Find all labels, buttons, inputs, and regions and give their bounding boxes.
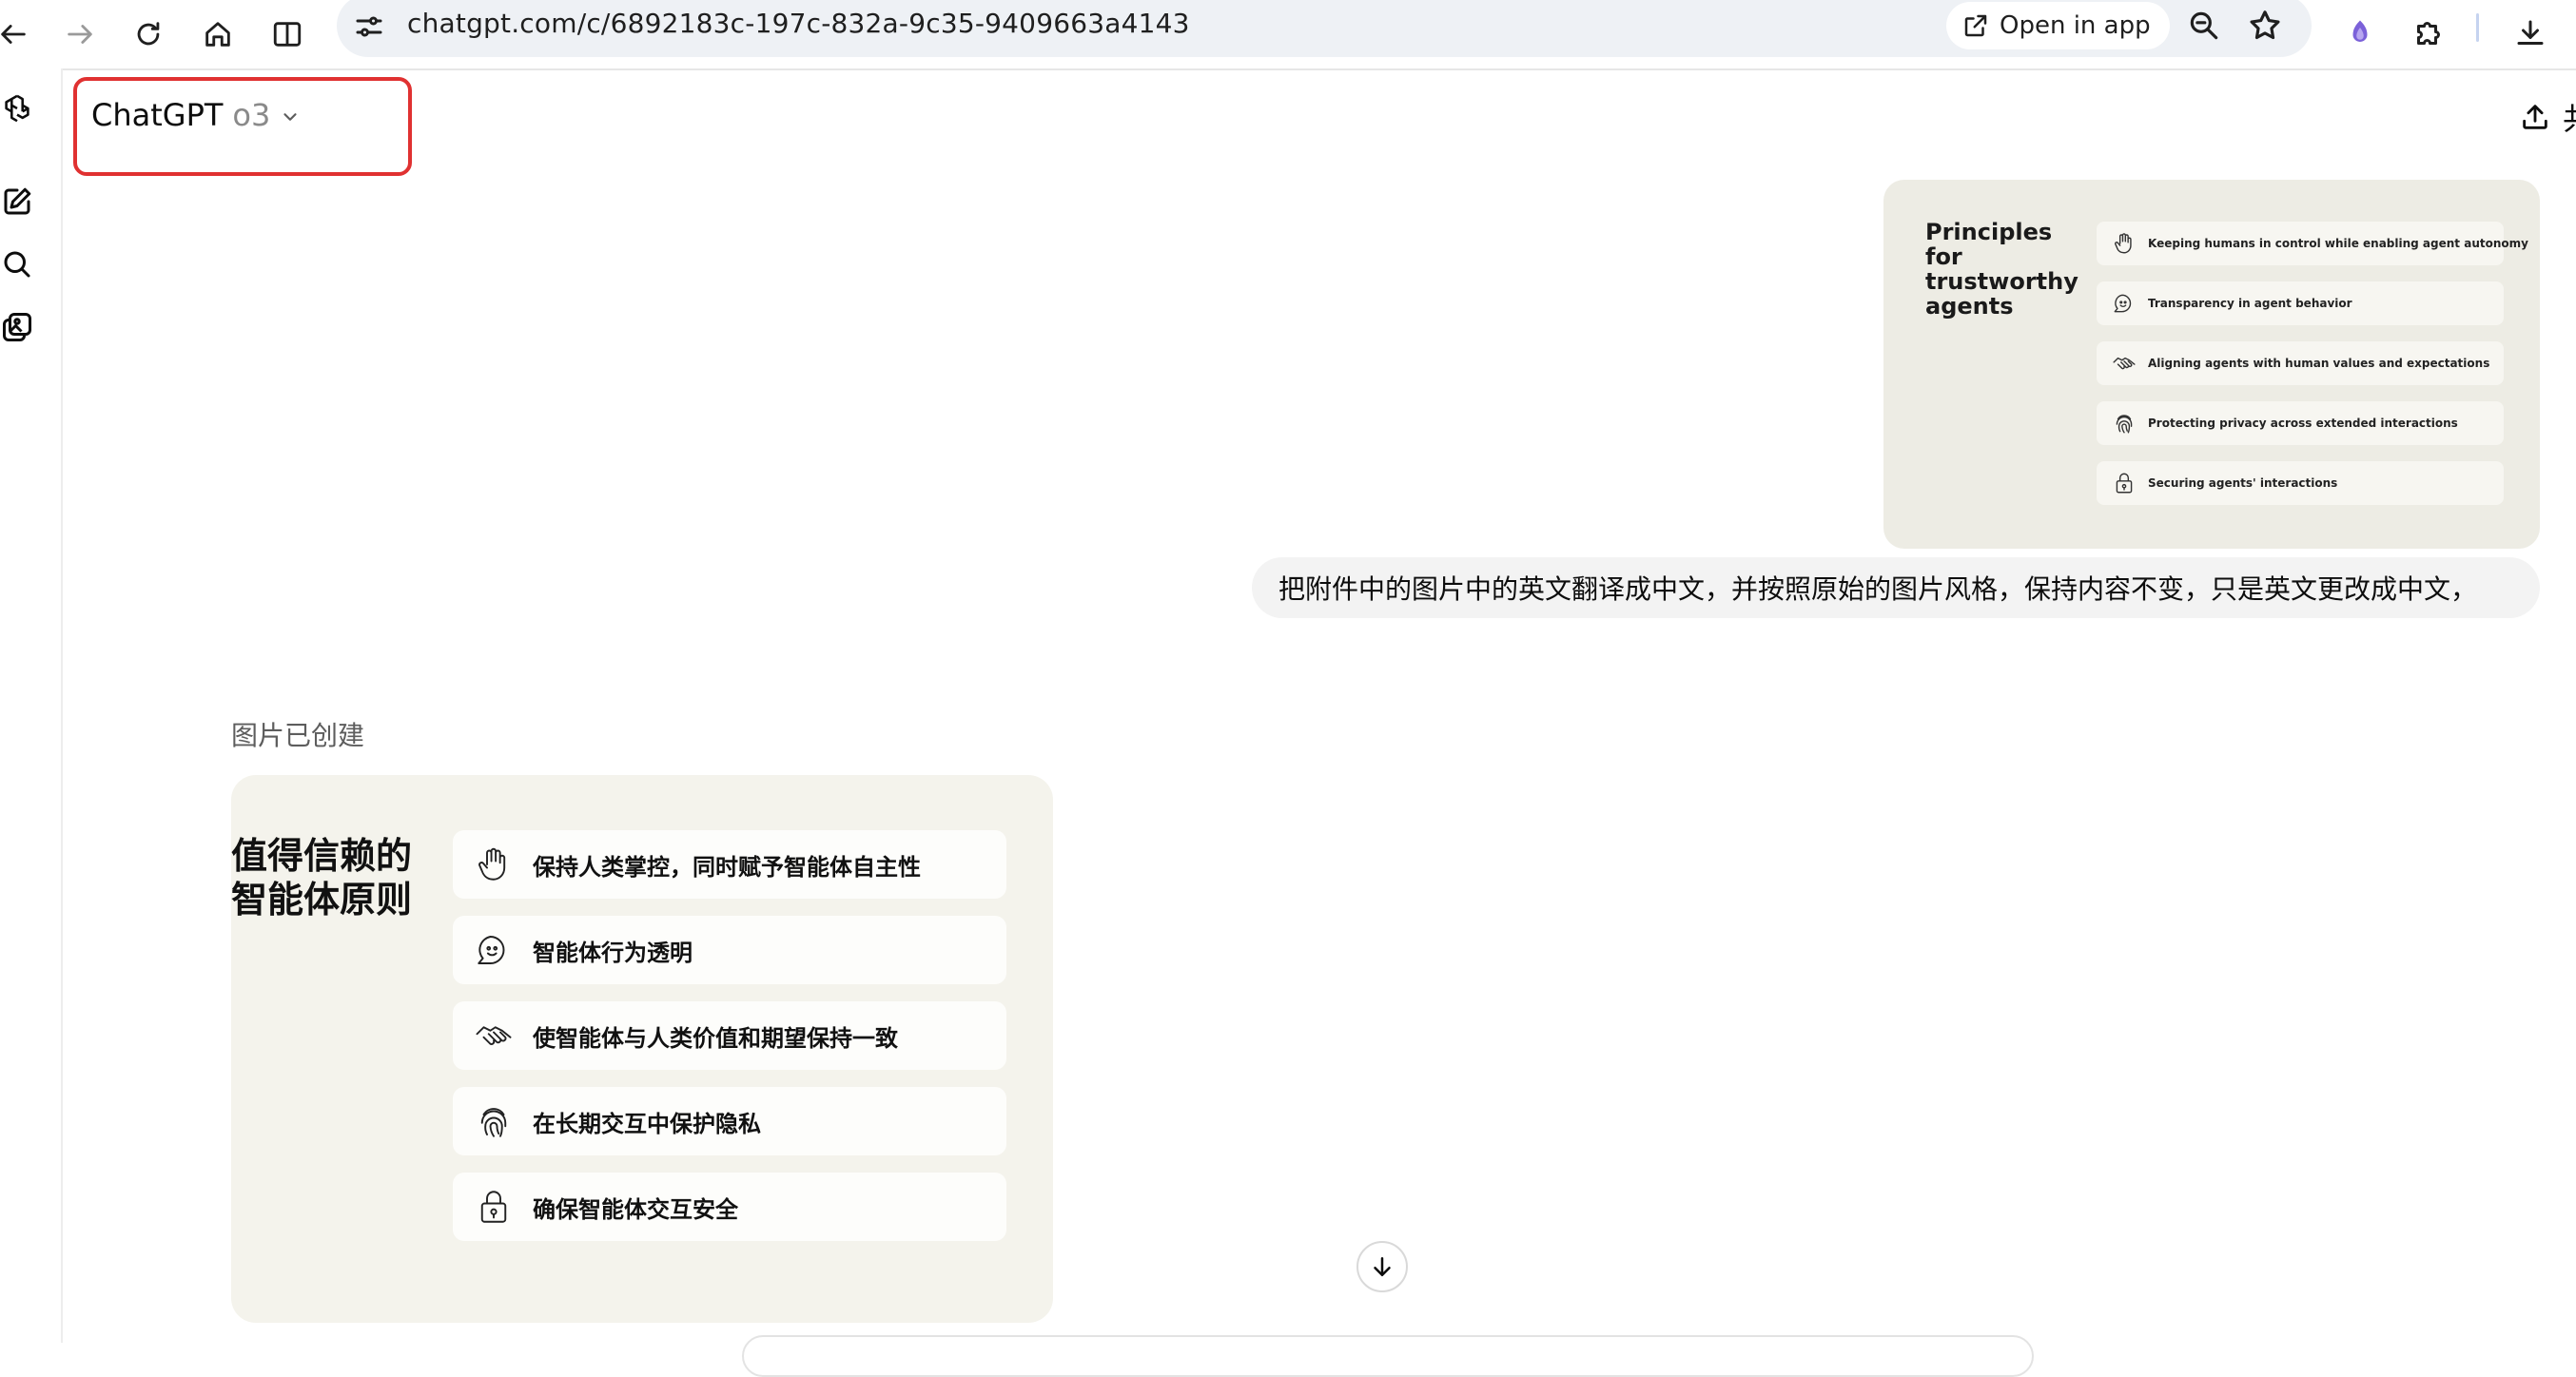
attached-principle-label: Transparency in agent behavior bbox=[2148, 297, 2352, 310]
arrow-right-icon bbox=[68, 25, 92, 44]
attached-principle-row: Securing agents' interactions bbox=[2097, 461, 2504, 505]
model-name: ChatGPT bbox=[91, 97, 224, 133]
new-chat-button[interactable] bbox=[0, 184, 38, 223]
message-composer[interactable] bbox=[742, 1335, 2034, 1377]
external-link-icon bbox=[1964, 14, 1987, 37]
openai-logo-icon bbox=[5, 94, 29, 123]
browser-toolbar: chatgpt.com/c/6892183c-197c-832a-9c35-94… bbox=[0, 0, 2576, 70]
hand-icon bbox=[478, 847, 506, 881]
speech-bubble-icon bbox=[2114, 294, 2132, 313]
compose-icon bbox=[4, 187, 31, 215]
extensions-menu-button[interactable] bbox=[2407, 11, 2450, 55]
fingerprint-icon bbox=[2116, 415, 2133, 434]
attached-principle-row: Protecting privacy across extended inter… bbox=[2097, 401, 2504, 445]
model-version: o3 bbox=[232, 97, 271, 133]
model-selector-button[interactable]: ChatGPT o3 bbox=[88, 89, 304, 141]
zoom-icon[interactable] bbox=[2186, 8, 2222, 44]
home-button[interactable] bbox=[193, 10, 243, 59]
attached-principle-label: Protecting privacy across extended inter… bbox=[2148, 417, 2458, 430]
share-label: 共 bbox=[2563, 95, 2576, 139]
handshake-icon bbox=[476, 1026, 512, 1045]
attached-principle-label: Aligning agents with human values and ex… bbox=[2148, 357, 2490, 370]
generated-principle-row: 在长期交互中保护隐私 bbox=[453, 1087, 1006, 1155]
download-icon bbox=[2517, 20, 2544, 45]
generated-image-title: 值得信赖的智能体原则 bbox=[231, 835, 413, 921]
search-chats-button[interactable] bbox=[0, 247, 38, 285]
generated-principle-label: 智能体行为透明 bbox=[533, 939, 693, 966]
attached-principle-row: Aligning agents with human values and ex… bbox=[2097, 341, 2504, 385]
extension-button[interactable] bbox=[2338, 11, 2382, 55]
speech-bubble-icon bbox=[478, 936, 505, 964]
share-button[interactable]: 共 bbox=[2519, 95, 2576, 139]
open-in-app-button[interactable]: Open in app bbox=[1946, 2, 2170, 49]
url-text[interactable]: chatgpt.com/c/6892183c-197c-832a-9c35-94… bbox=[407, 8, 1190, 39]
user-message-text: 把附件中的图片中的英文翻译成中文，并按照原始的图片风格，保持内容不变，只是英文更… bbox=[1278, 573, 2478, 605]
split-view-button[interactable] bbox=[263, 10, 312, 59]
openai-logo-button[interactable] bbox=[0, 91, 38, 129]
split-view-icon bbox=[273, 22, 302, 47]
downloads-button[interactable] bbox=[2508, 11, 2552, 55]
generated-principle-label: 使智能体与人类价值和期望保持一致 bbox=[533, 1024, 898, 1052]
puzzle-icon bbox=[2417, 22, 2440, 45]
library-button[interactable] bbox=[0, 310, 38, 348]
image-created-status: 图片已创建 bbox=[231, 720, 365, 751]
hand-icon bbox=[2115, 233, 2132, 254]
generated-principle-row: 保持人类掌控，同时赋予智能体自主性 bbox=[453, 830, 1006, 899]
lock-icon bbox=[2116, 473, 2133, 494]
arrow-left-icon bbox=[1, 25, 26, 44]
generated-principle-row: 使智能体与人类价值和期望保持一致 bbox=[453, 1001, 1006, 1070]
toolbar-divider bbox=[2476, 13, 2479, 42]
generated-image[interactable]: 值得信赖的智能体原则 保持人类掌控，同时赋予智能体自主性 智能体行为透明 使智能… bbox=[231, 775, 1053, 1323]
attached-principle-label: Securing agents' interactions bbox=[2148, 476, 2338, 490]
forward-button[interactable] bbox=[55, 10, 105, 59]
attached-image-title: Principles for trustworthy agents bbox=[1925, 219, 2078, 320]
address-bar[interactable]: chatgpt.com/c/6892183c-197c-832a-9c35-94… bbox=[337, 0, 2312, 57]
attached-principle-row: Keeping humans in control while enabling… bbox=[2097, 222, 2528, 265]
generated-principle-label: 在长期交互中保护隐私 bbox=[533, 1110, 761, 1137]
reload-button[interactable] bbox=[124, 10, 173, 59]
share-icon bbox=[2523, 105, 2547, 129]
handshake-icon bbox=[2113, 357, 2136, 370]
scroll-to-bottom-button[interactable] bbox=[1356, 1241, 1408, 1292]
generated-principle-label: 确保智能体交互安全 bbox=[533, 1195, 738, 1223]
chevron-down-icon bbox=[283, 113, 297, 121]
generated-principle-label: 保持人类掌控，同时赋予智能体自主性 bbox=[533, 853, 921, 881]
reload-icon bbox=[137, 22, 160, 46]
image-library-icon bbox=[3, 313, 31, 341]
lock-icon bbox=[480, 1191, 507, 1223]
fingerprint-icon bbox=[480, 1108, 507, 1137]
arrow-down-icon bbox=[1374, 1257, 1391, 1276]
extension-logo-icon bbox=[2352, 20, 2368, 42]
attached-principle-row: Transparency in agent behavior bbox=[2097, 281, 2504, 325]
open-in-app-label: Open in app bbox=[2000, 11, 2151, 40]
site-settings-icon[interactable] bbox=[352, 10, 386, 44]
sidebar-rail bbox=[0, 68, 63, 1343]
user-message-bubble: 把附件中的图片中的英文翻译成中文，并按照原始的图片风格，保持内容不变，只是英文更… bbox=[1252, 557, 2540, 618]
user-attached-image[interactable]: Principles for trustworthy agents Keepin… bbox=[1883, 180, 2540, 549]
attached-principle-label: Keeping humans in control while enabling… bbox=[2148, 237, 2528, 250]
bookmark-star-icon[interactable] bbox=[2247, 8, 2283, 44]
home-icon bbox=[205, 22, 230, 47]
back-button[interactable] bbox=[0, 10, 38, 59]
generated-principle-row: 确保智能体交互安全 bbox=[453, 1173, 1006, 1241]
search-icon bbox=[4, 251, 30, 278]
generated-principle-row: 智能体行为透明 bbox=[453, 916, 1006, 984]
